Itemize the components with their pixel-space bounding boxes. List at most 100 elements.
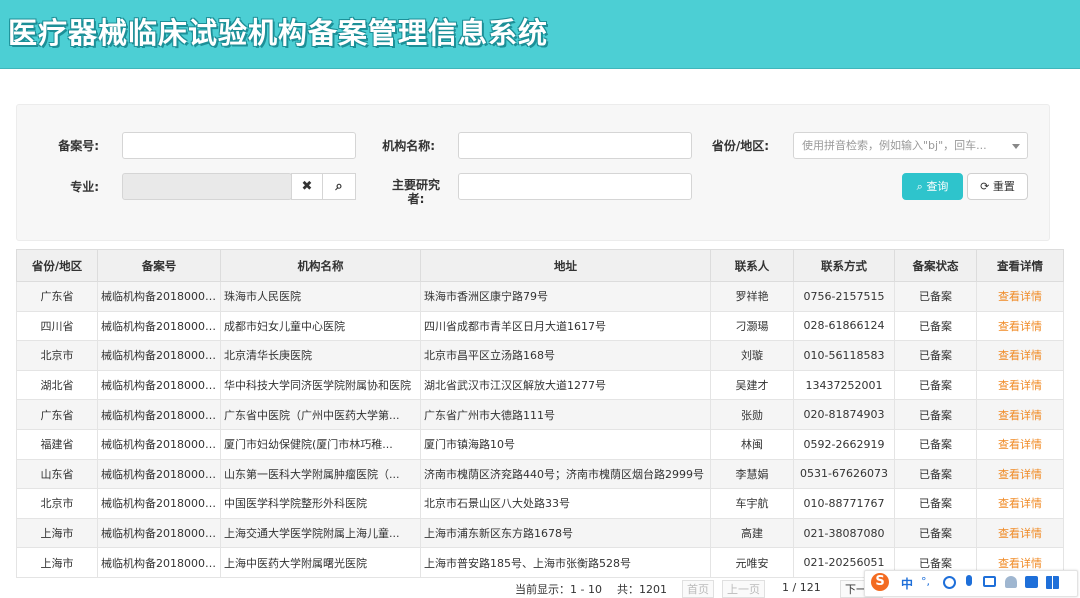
keyboard-icon[interactable] [983,576,996,587]
user-icon[interactable] [1005,576,1017,588]
pager-showing: 当前显示：1 - 10 [515,583,602,596]
prev-page-button[interactable]: 上一页 [722,580,765,598]
cell-record-no: 械临机构备201800010 [97,547,221,578]
cell-province: 湖北省 [16,369,98,401]
province-label: 省份/地区: [711,139,769,153]
cell-record-no: 械临机构备201800004 [97,369,221,401]
cell-address: 上海市普安路185号、上海市张衡路528号 [420,547,711,578]
record-no-label: 备案号: [58,139,99,153]
cell-org-name: 厦门市妇幼保健院(厦门市林巧稚... [220,428,421,460]
cell-province: 福建省 [16,428,98,460]
cell-status: 已备案 [894,399,977,430]
reset-button[interactable]: ⟳ 重置 [967,173,1028,200]
specialty-input[interactable] [122,173,292,200]
cell-contact: 刁灏瑒 [710,310,794,342]
cell-detail-link[interactable]: 查看详情 [976,281,1064,312]
cell-record-no: 械临机构备201800002 [97,310,221,342]
cell-province: 广东省 [16,399,98,430]
cell-contact: 车宇航 [710,488,794,519]
col-header-province[interactable]: 省份/地区 [16,249,98,282]
cell-province: 山东省 [16,458,98,490]
emoji-icon[interactable] [943,576,956,589]
table-row: 广东省 械临机构备201800005 广东省中医院（广州中医药大学第... 广东省广州… [16,399,1064,430]
col-header-contact[interactable]: 联系人 [710,249,794,282]
cell-detail-link[interactable]: 查看详情 [976,517,1064,549]
toolbox-grid-icon[interactable] [1046,576,1059,589]
col-header-org-name[interactable]: 机构名称 [220,249,421,282]
col-header-address[interactable]: 地址 [420,249,711,282]
cell-contact: 高建 [710,517,794,549]
col-header-phone[interactable]: 联系方式 [793,249,895,282]
cell-org-name: 上海中医药大学附属曙光医院 [220,547,421,578]
cell-province: 广东省 [16,281,98,312]
col-header-status[interactable]: 备案状态 [894,249,977,282]
ime-toolbar[interactable]: S 中 °, [864,570,1078,597]
record-no-input[interactable] [122,132,356,159]
cell-contact: 罗祥艳 [710,281,794,312]
search-panel: 备案号: 机构名称: 省份/地区: 使用拼音检索，例如输入"bj"，回车... … [16,104,1050,241]
cell-address: 上海市浦东新区东方路1678号 [420,517,711,549]
cell-phone: 0756-2157515 [793,281,895,312]
first-page-button[interactable]: 首页 [682,580,714,598]
cell-phone: 020-81874903 [793,399,895,430]
cell-record-no: 械临机构备201800003 [97,340,221,371]
cell-phone: 021-38087080 [793,517,895,549]
cell-phone: 028-61866124 [793,310,895,342]
cell-address: 北京市石景山区八大处路33号 [420,488,711,519]
cell-org-name: 广东省中医院（广州中医药大学第... [220,399,421,430]
search-icon[interactable]: ⌕ [322,173,356,200]
cell-status: 已备案 [894,340,977,371]
cell-province: 上海市 [16,547,98,578]
query-button[interactable]: ⌕ 查询 [902,173,963,200]
org-name-input[interactable] [458,132,692,159]
cell-record-no: 械临机构备201800008 [97,488,221,519]
cell-detail-link[interactable]: 查看详情 [976,340,1064,371]
cell-status: 已备案 [894,458,977,490]
researcher-input[interactable] [458,173,692,200]
cell-status: 已备案 [894,310,977,342]
clear-icon[interactable]: ✖ [291,173,323,200]
cell-status: 已备案 [894,281,977,312]
cell-detail-link[interactable]: 查看详情 [976,310,1064,342]
chevron-down-icon[interactable] [1012,144,1020,149]
cell-detail-link[interactable]: 查看详情 [976,458,1064,490]
cell-contact: 吴建才 [710,369,794,401]
table-row: 山东省 械临机构备201800007 山东第一医科大学附属肿瘤医院（... 济南市槐荫… [16,458,1064,490]
table-row: 北京市 械临机构备201800003 北京清华长庚医院 北京市昌平区立汤路168号 刘璇… [16,340,1064,371]
cell-phone: 13437252001 [793,369,895,401]
app-header: 医疗器械临床试验机构备案管理信息系统 [0,0,1080,69]
cell-address: 四川省成都市青羊区日月大道1617号 [420,310,711,342]
col-header-detail[interactable]: 查看详情 [976,249,1064,282]
sogou-logo-icon[interactable]: S [871,573,889,591]
ime-lang-label[interactable]: 中 [901,575,913,592]
researcher-label: 主要研究者: [391,178,440,206]
table-row: 四川省 械临机构备201800002 成都市妇女儿童中心医院 四川省成都市青羊区日月大… [16,310,1064,342]
province-select[interactable]: 使用拼音检索，例如输入"bj"，回车... [793,132,1028,159]
ime-punct-icon[interactable]: °, [921,575,930,588]
page-indicator: 1 / 121 [782,581,821,594]
skin-icon[interactable] [1025,576,1038,588]
cell-detail-link[interactable]: 查看详情 [976,369,1064,401]
table-row: 湖北省 械临机构备201800004 华中科技大学同济医学院附属协和医院 湖北省武汉市… [16,369,1064,401]
results-table: 省份/地区 备案号 机构名称 地址 联系人 联系方式 备案状态 查看详情 广东省… [16,249,1064,578]
cell-detail-link[interactable]: 查看详情 [976,399,1064,430]
table-row: 福建省 械临机构备201800006 厦门市妇幼保健院(厦门市林巧稚... 厦门市镇海… [16,428,1064,460]
cell-org-name: 华中科技大学同济医学院附属协和医院 [220,369,421,401]
cell-address: 北京市昌平区立汤路168号 [420,340,711,371]
cell-contact: 元唯安 [710,547,794,578]
cell-contact: 李慧娟 [710,458,794,490]
cell-record-no: 械临机构备201800009 [97,517,221,549]
cell-address: 珠海市香洲区康宁路79号 [420,281,711,312]
col-header-record-no[interactable]: 备案号 [97,249,221,282]
cell-record-no: 械临机构备201800005 [97,399,221,430]
specialty-label: 专业: [70,180,99,194]
cell-org-name: 北京清华长庚医院 [220,340,421,371]
cell-contact: 张勋 [710,399,794,430]
cell-status: 已备案 [894,517,977,549]
cell-detail-link[interactable]: 查看详情 [976,488,1064,519]
province-placeholder: 使用拼音检索，例如输入"bj"，回车... [802,139,987,152]
cell-detail-link[interactable]: 查看详情 [976,428,1064,460]
microphone-icon[interactable] [966,575,972,586]
cell-contact: 刘璇 [710,340,794,371]
cell-province: 上海市 [16,517,98,549]
